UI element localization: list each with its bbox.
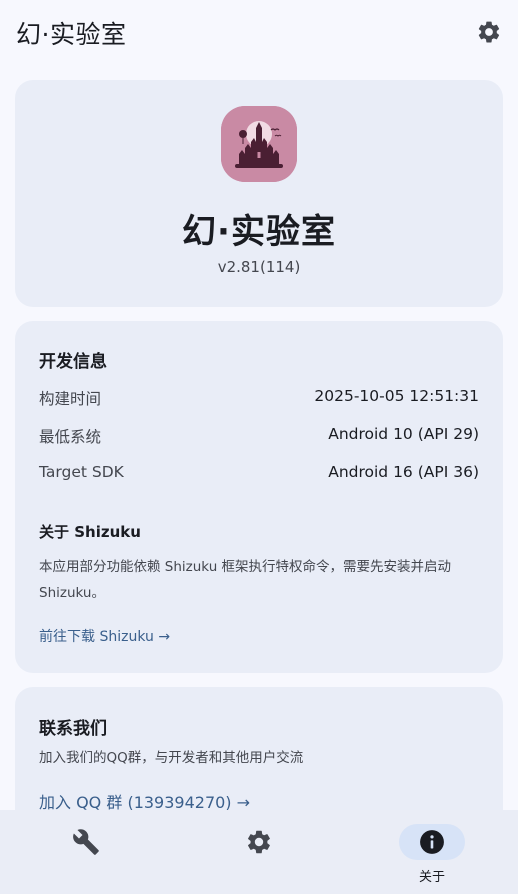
- nav-item-tools[interactable]: [0, 810, 172, 894]
- app-name: 幻·实验室: [182, 212, 336, 252]
- download-shizuku-link[interactable]: 前往下载 Shizuku →: [39, 626, 170, 646]
- shizuku-title: 关于 Shizuku: [39, 523, 141, 541]
- nav-item-about[interactable]: 关于: [346, 810, 518, 894]
- nav-item-settings[interactable]: [173, 810, 345, 894]
- info-icon: [420, 830, 444, 854]
- castle-logo-icon: [221, 106, 297, 182]
- min-system-value: Android 10 (API 29): [328, 425, 479, 443]
- gear-icon: [248, 830, 270, 854]
- target-sdk-label: Target SDK: [39, 463, 124, 481]
- min-system-label: 最低系统: [39, 428, 102, 446]
- app-version: v2.81(114): [217, 258, 301, 276]
- nav-pill-about: [399, 824, 465, 860]
- nav-pill-settings: [226, 824, 292, 860]
- nav-pill-tools: [53, 824, 119, 860]
- gear-icon: [478, 21, 500, 43]
- contact-description: 加入我们的QQ群，与开发者和其他用户交流: [39, 750, 304, 766]
- dev-info-card: 开发信息 构建时间 2025-10-05 12:51:31 最低系统 Andro…: [15, 321, 503, 673]
- shizuku-description: 本应用部分功能依赖 Shizuku 框架执行特权命令，需要先安装并启动 Shiz…: [39, 559, 452, 601]
- top-app-bar: 幻·实验室: [0, 0, 518, 66]
- target-sdk-value: Android 16 (API 36): [328, 463, 479, 481]
- settings-button[interactable]: [474, 17, 504, 47]
- app-info-card: 幻·实验室 v2.81(114): [15, 80, 503, 307]
- bottom-navigation-bar: 关于: [0, 810, 518, 894]
- app-bar-title: 幻·实验室: [16, 20, 127, 49]
- contact-title: 联系我们: [39, 719, 107, 739]
- build-time-value: 2025-10-05 12:51:31: [314, 387, 479, 405]
- dev-info-title: 开发信息: [39, 352, 107, 372]
- nav-label-about: 关于: [418, 870, 445, 885]
- wrench-icon: [73, 829, 99, 855]
- build-time-label: 构建时间: [39, 390, 102, 408]
